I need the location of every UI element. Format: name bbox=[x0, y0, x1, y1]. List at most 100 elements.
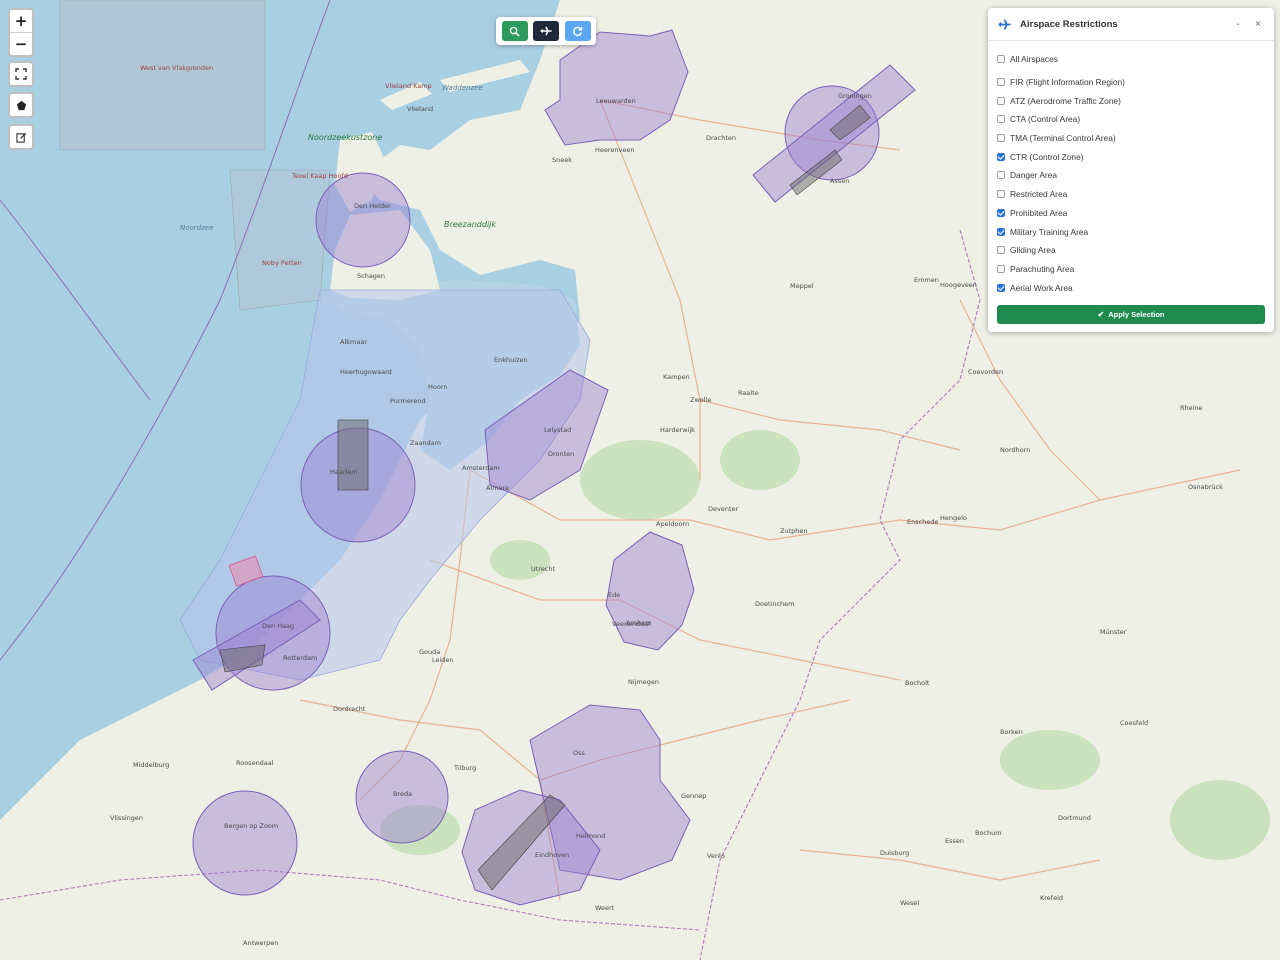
city-label: Rotterdam bbox=[283, 654, 317, 662]
airspace-button[interactable] bbox=[533, 21, 559, 41]
airspace-option[interactable]: Prohibited Area bbox=[997, 204, 1265, 223]
refresh-icon bbox=[573, 26, 583, 36]
city-label: Tilburg bbox=[453, 764, 476, 772]
city-label: Borken bbox=[1000, 728, 1023, 736]
city-label: Vlieland bbox=[407, 105, 433, 113]
draw-polygon-button[interactable] bbox=[10, 94, 32, 116]
city-label: Deventer bbox=[708, 505, 739, 513]
svg-text:West van Vlakgronden: West van Vlakgronden bbox=[140, 64, 213, 72]
city-label: Middelburg bbox=[133, 761, 169, 769]
edit-icon bbox=[15, 132, 26, 143]
airspace-option-label: ATZ (Aerodrome Traffic Zone) bbox=[1010, 95, 1121, 106]
airspace-option[interactable]: ATZ (Aerodrome Traffic Zone) bbox=[997, 91, 1265, 110]
search-button[interactable] bbox=[501, 21, 528, 41]
city-label: Zaandam bbox=[410, 439, 441, 447]
airspace-ctr-den-helder[interactable] bbox=[315, 172, 411, 268]
fullscreen-icon bbox=[15, 68, 27, 80]
airspace-option[interactable]: TMA (Terminal Control Area) bbox=[997, 129, 1265, 148]
airspace-option[interactable]: FIR (Flight Information Region) bbox=[997, 73, 1265, 92]
airspace-checkbox[interactable] bbox=[997, 134, 1005, 143]
city-label: Enkhuizen bbox=[494, 356, 528, 364]
apply-selection-button[interactable]: ✔ Apply Selection bbox=[997, 304, 1265, 324]
airspace-checkbox[interactable] bbox=[997, 208, 1005, 217]
airspace-option[interactable]: Aerial Work Area bbox=[997, 278, 1265, 297]
airspace-checkbox[interactable] bbox=[997, 152, 1005, 161]
airspace-option[interactable]: Gliding Area bbox=[997, 241, 1265, 260]
edit-layers-button[interactable] bbox=[10, 126, 32, 148]
airspace-checkbox[interactable] bbox=[997, 283, 1005, 292]
city-label: Almere bbox=[486, 484, 509, 492]
svg-text:Breezanddijk: Breezanddijk bbox=[444, 220, 496, 229]
city-label: Groningen bbox=[838, 92, 872, 100]
city-label: Hengelo bbox=[940, 514, 967, 522]
apply-label: Apply Selection bbox=[1108, 309, 1165, 319]
city-label: Den Helder bbox=[354, 202, 391, 210]
map-toolbar bbox=[496, 17, 596, 45]
airspace-option-label: TMA (Terminal Control Area) bbox=[1010, 133, 1116, 144]
airspace-checkbox[interactable] bbox=[997, 78, 1005, 87]
city-label: Schagen bbox=[357, 272, 385, 280]
close-button[interactable]: × bbox=[1250, 16, 1266, 32]
airspace-option-label: Gliding Area bbox=[1010, 245, 1056, 256]
city-label: Coesfeld bbox=[1120, 719, 1148, 727]
zoom-in-button[interactable]: + bbox=[10, 10, 32, 32]
city-label: Raalte bbox=[738, 389, 759, 397]
all-airspaces-checkbox[interactable] bbox=[997, 55, 1005, 64]
airspace-checkbox[interactable] bbox=[997, 171, 1005, 180]
city-label: Veenendaal bbox=[612, 620, 650, 628]
airspace-option[interactable]: Parachuting Area bbox=[997, 260, 1265, 279]
zoom-control: + − bbox=[8, 8, 34, 57]
city-label: Helmond bbox=[576, 832, 605, 840]
airspace-option-label: Parachuting Area bbox=[1010, 263, 1075, 274]
city-label: Leeuwarden bbox=[596, 97, 636, 105]
airspace-option[interactable]: Restricted Area bbox=[997, 185, 1265, 204]
airspace-option[interactable]: Danger Area bbox=[997, 166, 1265, 185]
city-label: Leiden bbox=[432, 656, 454, 664]
city-label: Haarlem bbox=[330, 468, 358, 476]
airspace-option-label: Military Training Area bbox=[1010, 226, 1089, 237]
minimize-button[interactable]: - bbox=[1230, 16, 1246, 32]
city-label: Bergen op Zoom bbox=[224, 822, 278, 830]
airspace-checkbox[interactable] bbox=[997, 246, 1005, 255]
airspace-ctr-woensdrecht[interactable] bbox=[192, 790, 298, 896]
airspace-checkbox[interactable] bbox=[997, 190, 1005, 199]
airspace-option[interactable]: CTR (Control Zone) bbox=[997, 147, 1265, 166]
city-label: Assen bbox=[830, 177, 849, 185]
airspace-checkbox[interactable] bbox=[997, 227, 1005, 236]
edit-control bbox=[8, 124, 34, 150]
panel-header: Airspace Restrictions - × bbox=[988, 8, 1274, 41]
all-airspaces-label: All Airspaces bbox=[1010, 54, 1058, 65]
city-label: Harderwijk bbox=[660, 426, 695, 434]
city-label: Zwolle bbox=[690, 396, 711, 404]
city-label: Antwerpen bbox=[243, 939, 278, 947]
city-label: Breda bbox=[393, 790, 412, 798]
fullscreen-control bbox=[8, 61, 34, 87]
airspace-option[interactable]: Military Training Area bbox=[997, 222, 1265, 241]
svg-text:Vlieland Kamp: Vlieland Kamp bbox=[385, 82, 432, 90]
all-airspaces-option[interactable]: All Airspaces bbox=[997, 50, 1265, 69]
airspace-option-label: CTA (Control Area) bbox=[1010, 114, 1081, 125]
airspace-checkbox[interactable] bbox=[997, 96, 1005, 105]
airspace-option-label: CTR (Control Zone) bbox=[1010, 151, 1084, 162]
airspace-checkbox[interactable] bbox=[997, 264, 1005, 273]
city-label: Krefeld bbox=[1040, 894, 1063, 902]
airspace-checkbox[interactable] bbox=[997, 115, 1005, 124]
city-label: Apeldoorn bbox=[656, 520, 689, 528]
city-label: Rheine bbox=[1180, 404, 1203, 412]
airspace-option[interactable]: CTA (Control Area) bbox=[997, 110, 1265, 129]
polygon-icon bbox=[16, 100, 26, 110]
panel-title: Airspace Restrictions bbox=[1020, 18, 1118, 30]
svg-text:Noordzee: Noordzee bbox=[180, 224, 213, 232]
city-label: Dronten bbox=[548, 450, 574, 458]
fullscreen-button[interactable] bbox=[10, 63, 32, 85]
svg-text:Noby Petten: Noby Petten bbox=[262, 259, 302, 267]
city-label: Zutphen bbox=[780, 527, 808, 535]
zoom-out-button[interactable]: − bbox=[10, 32, 32, 55]
airspace-panel: Airspace Restrictions - × All Airspaces … bbox=[988, 8, 1274, 332]
airspace-option-label: Restricted Area bbox=[1010, 189, 1068, 200]
airspace-option-label: Danger Area bbox=[1010, 170, 1058, 181]
city-label: Nijmegen bbox=[628, 678, 659, 686]
panel-body: All Airspaces FIR (Flight Information Re… bbox=[988, 41, 1274, 324]
city-label: Doetinchem bbox=[755, 600, 794, 608]
refresh-button[interactable] bbox=[564, 21, 591, 41]
